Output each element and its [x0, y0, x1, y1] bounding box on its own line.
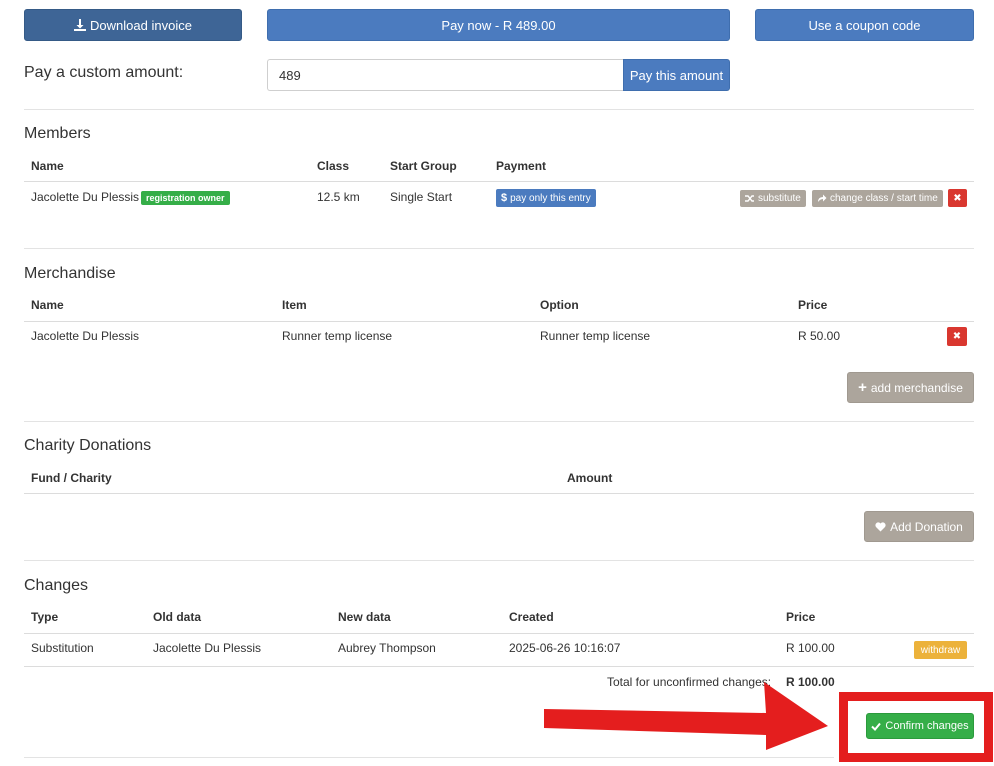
download-invoice-button[interactable]: Download invoice [24, 9, 242, 41]
changes-col-type: Type [31, 610, 59, 624]
member-start-group: Single Start [390, 190, 453, 204]
merchandise-title: Merchandise [24, 265, 116, 282]
merch-option: Runner temp license [540, 329, 651, 343]
members-col-start-group: Start Group [390, 159, 457, 173]
custom-amount-label: Pay a custom amount: [24, 64, 184, 81]
members-col-payment: Payment [496, 159, 547, 173]
table-header-line [24, 321, 974, 322]
member-name: Jacolette Du Plessis [31, 190, 140, 204]
change-type: Substitution [31, 641, 94, 655]
divider [24, 109, 974, 110]
change-new-data: Aubrey Thompson [338, 641, 436, 655]
add-merchandise-button[interactable]: + add merchandise [847, 372, 974, 403]
share-arrow-icon [818, 194, 827, 202]
withdraw-button[interactable]: withdraw [914, 641, 967, 659]
plus-icon: + [858, 379, 867, 396]
merch-col-option: Option [540, 298, 579, 312]
remove-merchandise-button[interactable]: ✖ [947, 327, 967, 346]
donation-col-amount: Amount [567, 471, 613, 485]
merch-col-item: Item [282, 298, 307, 312]
withdraw-label: withdraw [920, 644, 961, 656]
divider [24, 421, 974, 422]
table-row-line [24, 666, 974, 667]
merch-price: R 50.00 [798, 329, 841, 343]
members-title: Members [24, 125, 91, 142]
red-arrow-annotation [544, 682, 828, 750]
add-merchandise-label: add merchandise [870, 380, 963, 395]
members-col-name: Name [31, 159, 64, 173]
table-header-line [24, 633, 974, 634]
changes-col-old: Old data [153, 610, 202, 624]
divider [24, 757, 834, 758]
confirm-changes-label: Confirm changes [885, 720, 969, 732]
members-col-class: Class [317, 159, 350, 173]
merch-name: Jacolette Du Plessis [31, 329, 140, 343]
remove-member-button[interactable]: ✖ [948, 189, 967, 207]
pay-this-amount-button[interactable]: Pay this amount [623, 59, 730, 91]
change-old-data: Jacolette Du Plessis [153, 641, 262, 655]
pay-now-label: Pay now - R 489.00 [441, 17, 556, 33]
divider [24, 560, 974, 561]
pay-this-amount-label: Pay this amount [629, 67, 724, 83]
custom-amount-input[interactable] [267, 59, 624, 91]
change-created: 2025-06-26 10:16:07 [509, 641, 621, 655]
close-icon: ✖ [952, 331, 962, 342]
registration-owner-badge: registration owner [141, 191, 230, 205]
donations-title: Charity Donations [24, 437, 152, 454]
donation-col-fund: Fund / Charity [31, 471, 112, 485]
close-icon: ✖ [953, 192, 962, 204]
download-invoice-label: Download invoice [90, 17, 192, 33]
add-donation-label: Add Donation [890, 519, 963, 534]
changes-title: Changes [24, 577, 89, 594]
change-class-label: change class / start time [830, 193, 938, 204]
table-header-line [24, 181, 974, 182]
table-header-line [24, 493, 974, 494]
heart-icon [875, 521, 886, 531]
download-icon [74, 19, 87, 31]
change-price: R 100.00 [786, 641, 835, 655]
divider [24, 248, 974, 249]
pay-only-this-entry-label: pay only this entry [510, 192, 591, 204]
check-icon [871, 722, 882, 731]
dollar-icon: $ [501, 192, 508, 204]
merch-item: Runner temp license [282, 329, 393, 343]
pay-only-this-entry-button[interactable]: $ pay only this entry [496, 189, 596, 207]
change-class-button[interactable]: change class / start time [812, 190, 943, 207]
substitute-label: substitute [758, 193, 801, 204]
substitute-button[interactable]: substitute [740, 190, 806, 207]
add-donation-button[interactable]: Add Donation [864, 511, 974, 542]
coupon-code-button[interactable]: Use a coupon code [755, 9, 974, 41]
changes-col-new: New data [338, 610, 391, 624]
member-class: 12.5 km [317, 190, 360, 204]
confirm-changes-button[interactable]: Confirm changes [866, 713, 974, 739]
changes-col-price: Price [786, 610, 816, 624]
shuffle-icon [745, 195, 754, 202]
merch-col-price: Price [798, 298, 828, 312]
merch-col-name: Name [31, 298, 64, 312]
pay-now-button[interactable]: Pay now - R 489.00 [267, 9, 730, 41]
changes-col-created: Created [509, 610, 554, 624]
coupon-code-label: Use a coupon code [808, 17, 921, 33]
